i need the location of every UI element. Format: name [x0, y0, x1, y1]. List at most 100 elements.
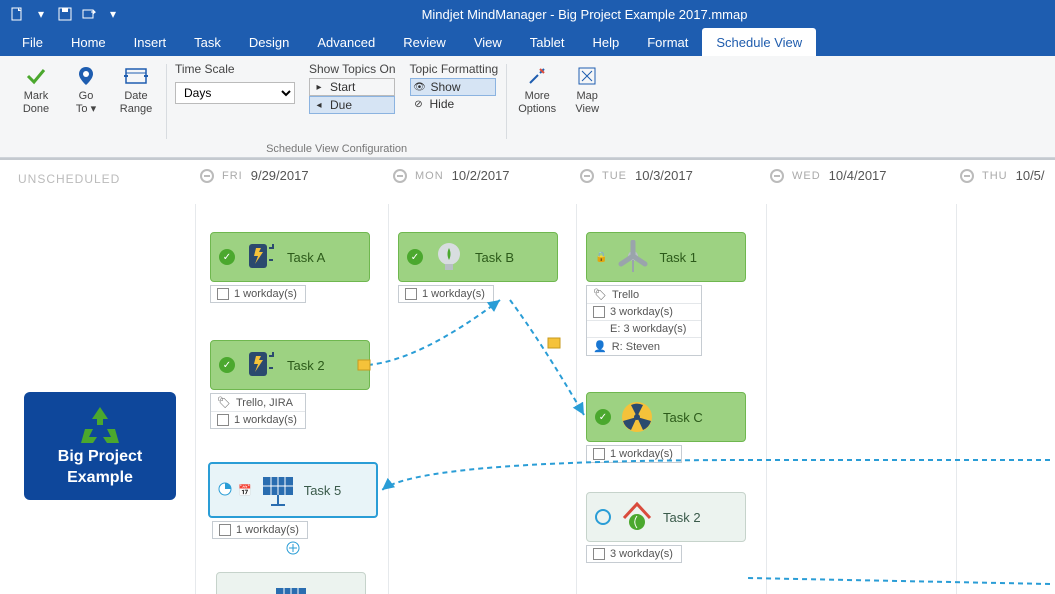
lock-icon: 🔒 — [595, 252, 607, 263]
show-toggle[interactable]: 👁Show — [410, 78, 496, 96]
hide-toggle[interactable]: ⊘Hide — [410, 96, 496, 112]
export-icon[interactable] — [80, 5, 98, 23]
more-options-button[interactable]: More Options — [515, 62, 559, 118]
collapse-icon[interactable] — [393, 169, 407, 183]
person-icon: 👤 — [593, 340, 607, 353]
progress-icon — [218, 482, 232, 499]
tools-icon — [525, 64, 549, 88]
map-icon — [575, 64, 599, 88]
map-view-label: Map View — [575, 90, 599, 116]
menu-schedule-view[interactable]: Schedule View — [702, 28, 816, 56]
task-title: Task A — [287, 250, 325, 265]
task-1[interactable]: 🔒 Task 1 🏷Trello 3 workday(s) E: 3 workd… — [586, 232, 746, 356]
ribbon: Mark Done Go To ▾ Date Range Time Scale … — [0, 56, 1055, 158]
calendar-icon — [217, 414, 229, 426]
day-headers: FRI9/29/2017 MON10/2/2017 TUE10/3/2017 W… — [0, 160, 1055, 204]
task-2-green[interactable]: ✓ Task 2 🏷Trello, JIRA 1 workday(s) — [210, 340, 370, 429]
ribbon-group-actions: Mark Done Go To ▾ Date Range — [8, 60, 164, 157]
new-doc-icon[interactable] — [8, 5, 26, 23]
task-b[interactable]: ✓ Task B 1 workday(s) — [398, 232, 558, 303]
radiation-icon — [617, 398, 657, 436]
task-partial[interactable] — [216, 572, 366, 594]
tag-icon: 🏷 — [593, 288, 607, 301]
menu-help[interactable]: Help — [578, 28, 633, 56]
turbine-icon — [613, 238, 653, 276]
day-header-wed[interactable]: WED10/4/2017 — [770, 168, 887, 183]
date-range-button[interactable]: Date Range — [114, 62, 158, 118]
calendar-icon — [593, 548, 605, 560]
menu-review[interactable]: Review — [389, 28, 460, 56]
mark-done-label: Mark Done — [23, 90, 49, 116]
task-title: Task 2 — [663, 510, 701, 525]
eye-icon: 👁 — [413, 80, 427, 94]
go-to-button[interactable]: Go To ▾ — [64, 62, 108, 118]
topic-formatting-block: Topic Formatting 👁Show ⊘Hide — [410, 62, 499, 112]
time-scale-select[interactable]: Days — [175, 82, 295, 104]
calendar-icon — [593, 306, 605, 318]
recycle-icon — [75, 403, 125, 447]
due-icon: ◂ — [312, 98, 326, 112]
task-c[interactable]: ✓ Task C 1 workday(s) — [586, 392, 746, 463]
task-5[interactable]: 📅 Task 5 1 workday(s) — [208, 462, 378, 558]
day-header-thu[interactable]: THU10/5/ — [960, 168, 1045, 183]
expand-icon[interactable] — [208, 541, 378, 558]
column-divider — [388, 204, 389, 594]
dropdown-icon[interactable]: ▾ — [104, 5, 122, 23]
task-a[interactable]: ✓ Task A 1 workday(s) — [210, 232, 370, 303]
start-toggle[interactable]: ▸Start — [309, 78, 395, 96]
ribbon-group-more: More Options Map View — [509, 60, 615, 157]
menu-task[interactable]: Task — [180, 28, 235, 56]
task-title: Task C — [663, 410, 703, 425]
task-title: Task 1 — [659, 250, 697, 265]
charger-icon — [241, 238, 281, 276]
done-icon: ✓ — [407, 249, 423, 265]
window-title: Mindjet MindManager - Big Project Exampl… — [122, 7, 1047, 22]
menu-view[interactable]: View — [460, 28, 516, 56]
start-icon: ▸ — [312, 80, 326, 94]
titlebar: ▾ ▾ Mindjet MindManager - Big Project Ex… — [0, 0, 1055, 28]
schedule-canvas[interactable]: UNSCHEDULED FRI9/29/2017 MON10/2/2017 TU… — [0, 158, 1055, 594]
column-divider — [576, 204, 577, 594]
day-header-fri[interactable]: FRI9/29/2017 — [200, 168, 309, 183]
menu-insert[interactable]: Insert — [120, 28, 181, 56]
day-header-mon[interactable]: MON10/2/2017 — [393, 168, 510, 183]
task-title: Task 2 — [287, 358, 325, 373]
connectors — [0, 160, 1055, 594]
map-view-button[interactable]: Map View — [565, 62, 609, 118]
menu-format[interactable]: Format — [633, 28, 702, 56]
done-icon: ✓ — [219, 249, 235, 265]
go-to-label: Go To ▾ — [76, 90, 96, 116]
progress-ring-icon — [595, 509, 611, 525]
collapse-icon[interactable] — [200, 169, 214, 183]
tag-icon: 🏷 — [217, 396, 231, 409]
menu-file[interactable]: File — [8, 28, 57, 56]
show-topics-block: Show Topics On ▸Start ◂Due — [309, 62, 396, 114]
column-divider — [956, 204, 957, 594]
collapse-icon[interactable] — [580, 169, 594, 183]
collapse-icon[interactable] — [770, 169, 784, 183]
collapse-icon[interactable] — [960, 169, 974, 183]
mark-done-button[interactable]: Mark Done — [14, 62, 58, 118]
root-topic[interactable]: Big ProjectExample — [24, 392, 176, 500]
calendar-icon — [405, 288, 417, 300]
calendar-icon — [219, 524, 231, 536]
menu-design[interactable]: Design — [235, 28, 303, 56]
date-icon: 📅 — [238, 484, 252, 497]
task-2-house[interactable]: Task 2 3 workday(s) — [586, 492, 746, 563]
group-config-label: Schedule View Configuration — [169, 143, 504, 155]
calendar-range-icon — [124, 64, 148, 88]
menu-advanced[interactable]: Advanced — [303, 28, 389, 56]
menu-tablet[interactable]: Tablet — [516, 28, 579, 56]
calendar-icon — [593, 448, 605, 460]
due-toggle[interactable]: ◂Due — [309, 96, 395, 114]
save-icon[interactable] — [56, 5, 74, 23]
day-header-tue[interactable]: TUE10/3/2017 — [580, 168, 693, 183]
menubar: File Home Insert Task Design Advanced Re… — [0, 28, 1055, 56]
more-options-label: More Options — [518, 90, 556, 116]
pin-icon — [74, 64, 98, 88]
calendar-icon — [217, 288, 229, 300]
task-title: Task B — [475, 250, 514, 265]
solar-icon — [258, 471, 298, 509]
dropdown-icon[interactable]: ▾ — [32, 5, 50, 23]
menu-home[interactable]: Home — [57, 28, 120, 56]
